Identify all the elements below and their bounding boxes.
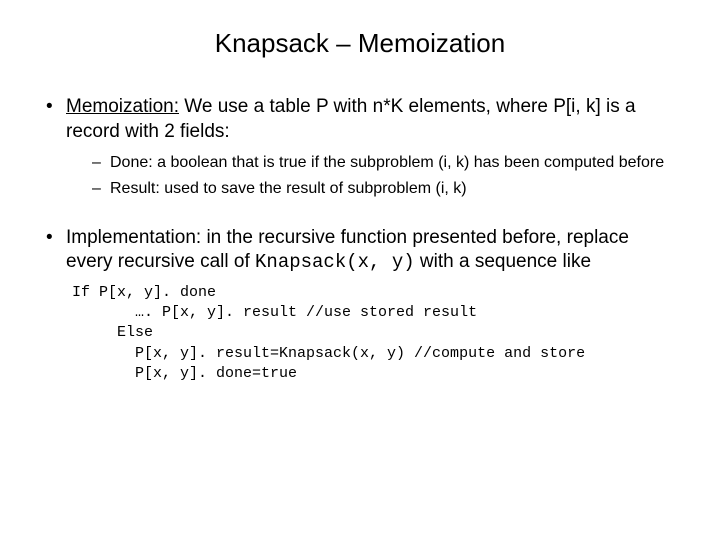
code-block: If P[x, y]. done …. P[x, y]. result //us…: [66, 283, 680, 384]
sub-result: Result: used to save the result of subpr…: [92, 178, 680, 200]
bullet-implementation: Implementation: in the recursive functio…: [40, 226, 680, 385]
bullet-memoization: Memoization: We use a table P with n*K e…: [40, 95, 680, 200]
inline-code: Knapsack(x, y): [255, 251, 415, 273]
term-memoization: Memoization:: [66, 96, 179, 117]
slide-title: Knapsack – Memoization: [40, 28, 680, 59]
bullet2-post: with a sequence like: [415, 251, 591, 272]
sub-list: Done: a boolean that is true if the subp…: [66, 152, 680, 199]
sub-done: Done: a boolean that is true if the subp…: [92, 152, 680, 174]
bullet-list: Memoization: We use a table P with n*K e…: [40, 95, 680, 384]
